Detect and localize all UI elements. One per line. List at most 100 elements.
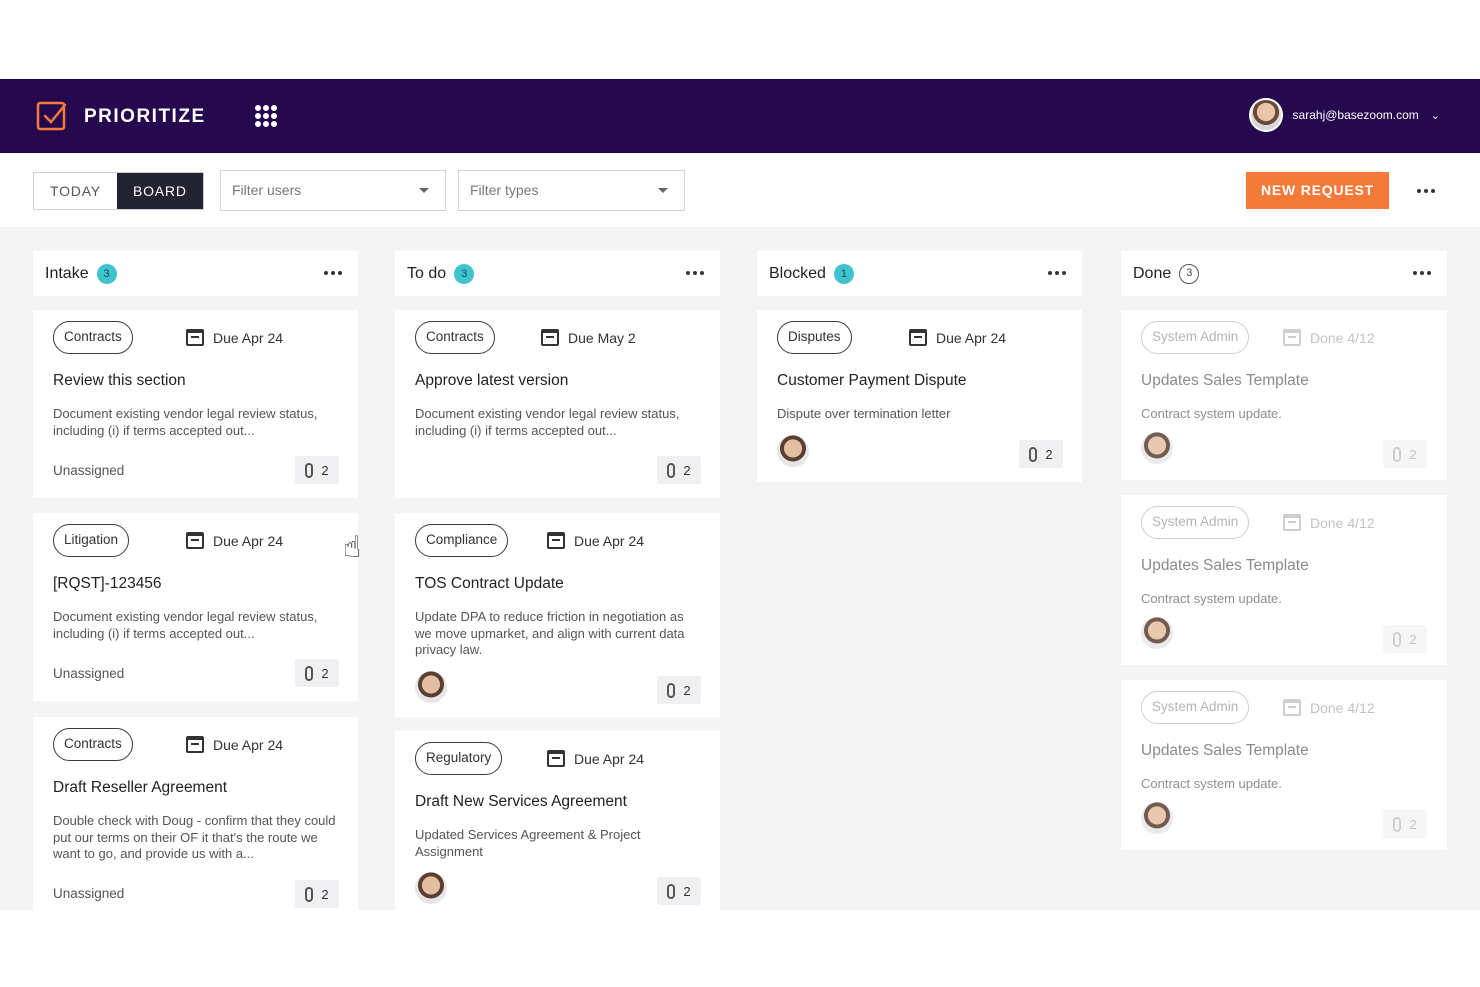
request-card[interactable]: Litigation Due Apr 24 [RQST]-123456 Docu… <box>33 513 358 701</box>
filter-types-placeholder: Filter types <box>470 182 539 198</box>
request-card[interactable]: Contracts Due May 2 Approve latest versi… <box>395 310 720 498</box>
attachment-count[interactable]: 2 <box>657 456 701 484</box>
assignee-avatar[interactable] <box>415 872 447 904</box>
attachment-number: 2 <box>1409 816 1417 832</box>
attachment-count[interactable]: 2 <box>657 676 701 704</box>
more-horizontal-icon[interactable] <box>1048 271 1066 275</box>
filter-users-placeholder: Filter users <box>232 182 302 198</box>
request-card[interactable]: System Admin Done 4/12 Updates Sales Tem… <box>1121 495 1447 665</box>
assignee-avatar[interactable] <box>1141 802 1173 834</box>
attachment-count[interactable]: 2 <box>657 877 701 905</box>
paperclip-icon <box>667 462 676 478</box>
tab-today[interactable]: TODAY <box>34 173 117 209</box>
tab-board[interactable]: BOARD <box>116 173 203 209</box>
attachment-count[interactable]: 2 <box>1019 440 1063 468</box>
category-tag[interactable]: Contracts <box>53 728 133 761</box>
category-tag[interactable]: Compliance <box>415 524 509 557</box>
column-title: Intake <box>45 264 89 282</box>
card-description: Contract system update. <box>1141 591 1282 606</box>
paperclip-icon <box>667 682 676 698</box>
assignee-avatar[interactable] <box>1141 617 1173 649</box>
attachment-count[interactable]: 2 <box>1383 625 1427 653</box>
calendar-icon <box>186 329 204 346</box>
assignee-avatar[interactable] <box>777 435 809 467</box>
calendar-icon <box>186 736 204 753</box>
card-title: Draft New Services Agreement <box>415 793 627 810</box>
category-tag[interactable]: System Admin <box>1141 691 1250 724</box>
grid-apps-icon[interactable] <box>255 105 277 127</box>
category-tag[interactable]: Contracts <box>53 321 133 354</box>
top-nav: PRIORITIZE sarahj@basezoom.com ⌄ <box>0 79 1480 153</box>
due-date: Due Apr 24 <box>186 532 283 549</box>
request-card[interactable]: Contracts Due Apr 24 Draft Reseller Agre… <box>33 717 358 910</box>
assignee-avatar[interactable] <box>1141 432 1173 464</box>
paperclip-icon <box>667 883 676 899</box>
paperclip-icon <box>305 665 314 681</box>
request-card[interactable]: Compliance Due Apr 24 TOS Contract Updat… <box>395 513 720 717</box>
request-card[interactable]: System Admin Done 4/12 Updates Sales Tem… <box>1121 680 1447 850</box>
category-tag[interactable]: Disputes <box>777 321 852 354</box>
filter-users-select[interactable]: Filter users <box>220 170 446 211</box>
paperclip-icon <box>1393 816 1402 832</box>
paperclip-icon <box>305 886 314 902</box>
category-tag[interactable]: Litigation <box>53 524 130 557</box>
column-title: Done <box>1133 264 1172 282</box>
category-tag[interactable]: System Admin <box>1141 506 1250 539</box>
card-description: Dispute over termination letter <box>777 406 951 421</box>
attachment-number: 2 <box>683 883 691 899</box>
assignee-avatar[interactable] <box>415 671 447 703</box>
due-date: Due Apr 24 <box>909 329 1006 346</box>
attachment-number: 2 <box>683 462 691 478</box>
attachment-count[interactable]: 2 <box>1383 810 1427 838</box>
assignee-label[interactable]: Unassigned <box>53 463 124 478</box>
category-tag[interactable]: System Admin <box>1141 321 1250 354</box>
app-name[interactable]: PRIORITIZE <box>84 106 206 128</box>
category-tag[interactable]: Regulatory <box>415 742 503 775</box>
card-title: Updates Sales Template <box>1141 557 1309 574</box>
due-date: Due Apr 24 <box>186 736 283 753</box>
attachment-count[interactable]: 2 <box>1383 440 1427 468</box>
paperclip-icon <box>305 462 314 478</box>
count-badge: 3 <box>1179 263 1200 284</box>
attachment-count[interactable]: 2 <box>295 880 339 908</box>
request-card[interactable]: Contracts Due Apr 24 Review this section… <box>33 310 358 498</box>
column-title: To do <box>407 264 447 282</box>
card-title: [RQST]-123456 <box>53 575 162 592</box>
attachment-number: 2 <box>1409 631 1417 647</box>
calendar-icon <box>547 532 565 549</box>
request-card[interactable]: System Admin Done 4/12 Updates Sales Tem… <box>1121 310 1447 480</box>
attachment-number: 2 <box>683 682 691 698</box>
request-card[interactable]: Regulatory Due Apr 24 Draft New Services… <box>395 731 720 910</box>
category-tag[interactable]: Contracts <box>415 321 495 354</box>
request-card[interactable]: Disputes Due Apr 24 Customer Payment Dis… <box>757 310 1082 482</box>
more-horizontal-icon[interactable] <box>686 271 704 275</box>
new-request-button[interactable]: NEW REQUEST <box>1246 172 1389 209</box>
attachment-count[interactable]: 2 <box>295 456 339 484</box>
checkbox-logo-icon[interactable] <box>36 99 68 131</box>
paperclip-icon <box>1029 446 1038 462</box>
hand-pointer-icon: ☝ <box>343 531 362 564</box>
card-title: Updates Sales Template <box>1141 742 1309 759</box>
toolbar: TODAY BOARD Filter users Filter types NE… <box>0 153 1480 227</box>
card-title: Approve latest version <box>415 372 569 389</box>
paperclip-icon <box>1393 631 1402 647</box>
attachment-count[interactable]: 2 <box>295 659 339 687</box>
card-title: TOS Contract Update <box>415 575 564 592</box>
card-description: Document existing vendor legal review st… <box>415 406 680 438</box>
card-title: Updates Sales Template <box>1141 372 1309 389</box>
user-menu[interactable]: sarahj@basezoom.com ⌄ <box>1248 98 1440 132</box>
more-horizontal-icon[interactable] <box>324 271 342 275</box>
calendar-icon <box>1283 514 1301 531</box>
done-date: Done 4/12 <box>1283 514 1375 531</box>
assignee-label[interactable]: Unassigned <box>53 886 124 901</box>
calendar-icon <box>186 532 204 549</box>
more-horizontal-icon[interactable] <box>1413 271 1431 275</box>
assignee-label[interactable]: Unassigned <box>53 666 124 681</box>
attachment-number: 2 <box>321 462 329 478</box>
count-badge: 3 <box>96 263 117 284</box>
user-avatar <box>1248 98 1283 132</box>
more-horizontal-icon[interactable] <box>1417 189 1435 193</box>
column-header-intake: Intake 3 <box>33 251 358 296</box>
filter-types-select[interactable]: Filter types <box>458 170 685 211</box>
card-description: Contract system update. <box>1141 406 1282 421</box>
